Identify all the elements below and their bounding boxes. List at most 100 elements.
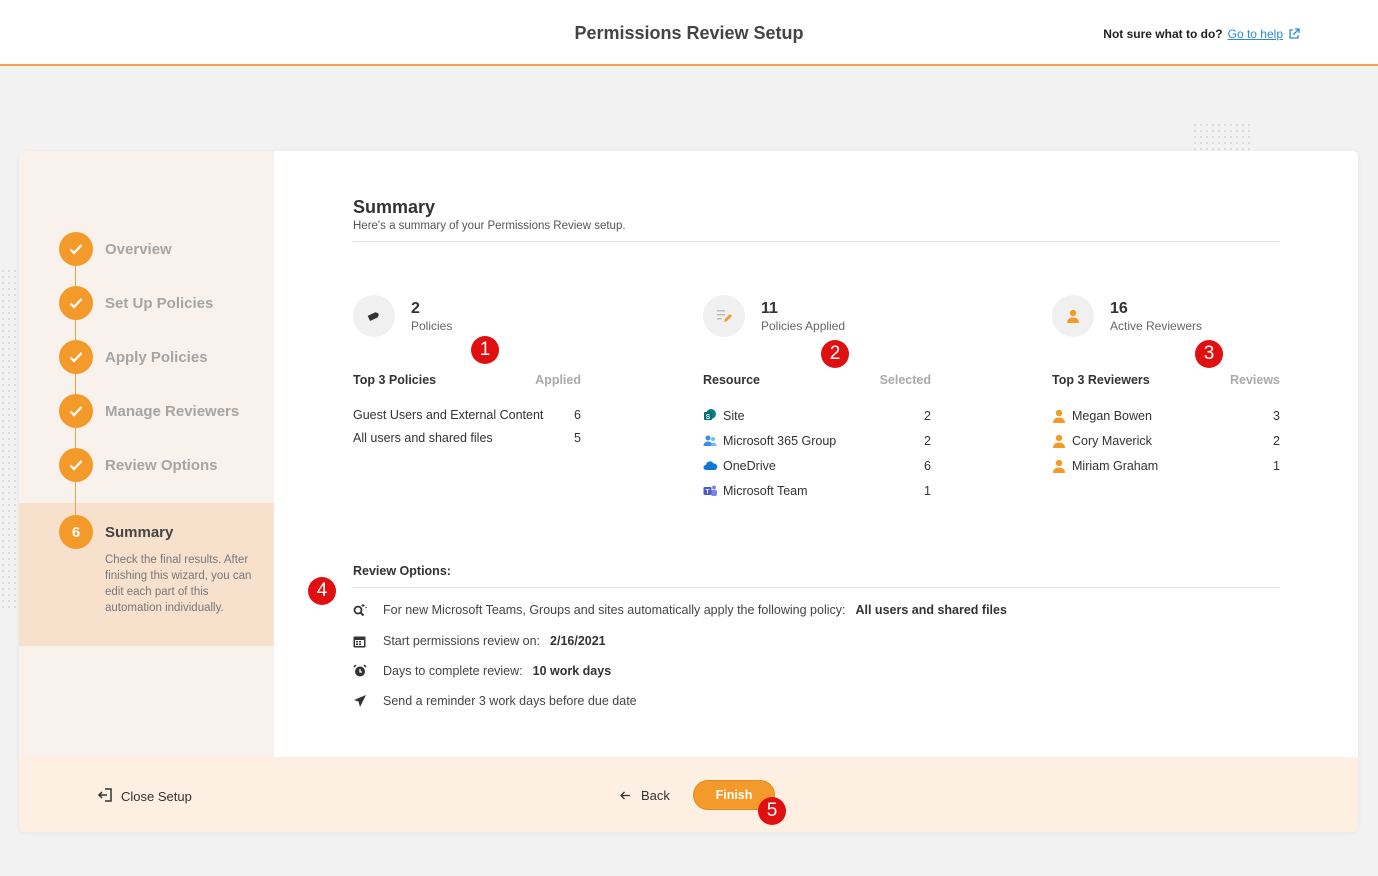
wizard-card: Overview Set Up Policies Apply Policies … bbox=[19, 151, 1358, 832]
policy-name: All users and shared files bbox=[353, 430, 493, 445]
step-apply-policies[interactable]: Apply Policies bbox=[59, 340, 208, 374]
table-header: Resource Selected bbox=[703, 373, 931, 393]
column-header: Selected bbox=[879, 373, 931, 387]
teams-icon: T bbox=[703, 484, 717, 498]
review-option-start-date: Start permissions review on: 2/16/2021 bbox=[353, 634, 606, 648]
stat-policies-applied: 11 Policies Applied bbox=[703, 295, 845, 337]
resource-name: Site bbox=[723, 408, 745, 423]
column-header: Top 3 Policies bbox=[353, 373, 437, 387]
check-icon bbox=[59, 448, 93, 482]
reviewer-name: Miriam Graham bbox=[1072, 458, 1159, 473]
step-label: Set Up Policies bbox=[105, 294, 214, 312]
resource-name: OneDrive bbox=[723, 458, 776, 473]
column-header: Applied bbox=[535, 373, 581, 387]
step-review-options[interactable]: Review Options bbox=[59, 448, 218, 482]
reviewer-name: Cory Maverick bbox=[1072, 433, 1152, 448]
table-row: Guest Users and External Content 6 bbox=[353, 403, 581, 426]
sharepoint-icon: S bbox=[703, 408, 717, 423]
option-text: Send a reminder 3 work days before due d… bbox=[383, 694, 637, 708]
back-label: Back bbox=[641, 788, 670, 803]
stat-policies: 2 Policies bbox=[353, 295, 452, 337]
close-setup-label: Close Setup bbox=[121, 789, 192, 804]
check-icon bbox=[59, 232, 93, 266]
step-label: Manage Reviewers bbox=[105, 402, 240, 420]
top-bar: Permissions Review Setup Not sure what t… bbox=[0, 0, 1378, 66]
table-row: S Site 2 bbox=[703, 403, 931, 428]
svg-text:T: T bbox=[706, 488, 710, 495]
option-value: 10 work days bbox=[532, 664, 612, 678]
table-row: Miriam Graham 1 bbox=[1052, 453, 1280, 478]
step-label: Summary bbox=[105, 523, 174, 541]
step-label: Review Options bbox=[105, 456, 218, 474]
step-set-up-policies[interactable]: Set Up Policies bbox=[59, 286, 213, 320]
check-icon bbox=[59, 286, 93, 320]
user-icon bbox=[1052, 434, 1066, 448]
section-title: Summary bbox=[353, 197, 436, 217]
annotation-badge-2: 2 bbox=[821, 340, 849, 368]
back-button[interactable]: Back bbox=[620, 788, 670, 803]
magic-search-icon bbox=[353, 603, 369, 617]
stat-label: Policies bbox=[411, 318, 453, 333]
step-summary[interactable]: 6 Summary bbox=[59, 515, 173, 549]
table-header: Top 3 Reviewers Reviews bbox=[1052, 373, 1280, 393]
annotation-badge-1: 1 bbox=[471, 336, 499, 364]
arrow-left-icon bbox=[620, 788, 631, 803]
help-link[interactable]: Go to help bbox=[1228, 27, 1283, 41]
step-manage-reviewers[interactable]: Manage Reviewers bbox=[59, 394, 239, 428]
annotation-badge-3: 3 bbox=[1195, 340, 1223, 368]
wizard-footer: Close Setup Back Finish 5 bbox=[19, 757, 1358, 832]
help-area: Not sure what to do? Go to help bbox=[1103, 27, 1300, 41]
reviewer-count: 1 bbox=[1273, 458, 1280, 473]
annotation-badge-5: 5 bbox=[758, 797, 786, 825]
review-option-duration: Days to complete review: 10 work days bbox=[353, 664, 611, 678]
svg-text:S: S bbox=[706, 414, 711, 421]
wizard-sidebar: Overview Set Up Policies Apply Policies … bbox=[19, 151, 274, 757]
calendar-icon bbox=[353, 635, 369, 648]
resource-name: Microsoft 365 Group bbox=[723, 433, 837, 448]
step-overview[interactable]: Overview bbox=[59, 232, 172, 266]
decorative-dots-right bbox=[1192, 122, 1252, 152]
table-row: Megan Bowen 3 bbox=[1052, 403, 1280, 428]
reviewer-count: 3 bbox=[1273, 408, 1280, 423]
stat-value: 11 bbox=[761, 299, 778, 317]
onedrive-icon bbox=[703, 459, 718, 473]
annotation-badge-4: 4 bbox=[308, 577, 336, 605]
check-icon bbox=[59, 394, 93, 428]
group-icon bbox=[703, 434, 717, 448]
review-option-reminder: Send a reminder 3 work days before due d… bbox=[353, 694, 637, 708]
external-link-icon[interactable] bbox=[1288, 28, 1300, 40]
resource-count: 2 bbox=[924, 408, 931, 423]
resources-table: Resource Selected S Site 2 Microsoft 365… bbox=[703, 373, 931, 503]
divider bbox=[353, 241, 1280, 242]
stat-active-reviewers: 16 Active Reviewers bbox=[1052, 295, 1202, 337]
alarm-icon bbox=[353, 664, 369, 678]
stat-label: Active Reviewers bbox=[1110, 318, 1203, 333]
column-header: Top 3 Reviewers bbox=[1052, 373, 1150, 387]
summary-panel: Summary Here's a summary of your Permiss… bbox=[274, 151, 1358, 757]
user-icon bbox=[1052, 409, 1066, 423]
resource-name: Microsoft Team bbox=[723, 483, 808, 498]
table-row: All users and shared files 5 bbox=[353, 426, 581, 449]
resource-count: 1 bbox=[924, 483, 931, 498]
close-setup-button[interactable]: Close Setup bbox=[97, 788, 192, 805]
option-value: All users and shared files bbox=[855, 603, 1007, 617]
table-row: T Microsoft Team 1 bbox=[703, 478, 931, 503]
top-reviewers-table: Top 3 Reviewers Reviews Megan Bowen 3 Co… bbox=[1052, 373, 1280, 478]
option-text: Days to complete review: bbox=[383, 664, 523, 678]
reviewer-count: 2 bbox=[1273, 433, 1280, 448]
exit-icon bbox=[97, 788, 113, 805]
help-prompt: Not sure what to do? bbox=[1103, 27, 1223, 41]
stat-label: Policies Applied bbox=[761, 318, 846, 333]
option-text: Start permissions review on: bbox=[383, 634, 541, 648]
table-header: Top 3 Policies Applied bbox=[353, 373, 581, 393]
table-row: OneDrive 6 bbox=[703, 453, 931, 478]
table-row: Microsoft 365 Group 2 bbox=[703, 428, 931, 453]
divider bbox=[353, 587, 1280, 588]
decorative-dots-left bbox=[0, 268, 19, 608]
policy-count: 6 bbox=[574, 407, 581, 422]
reviewer-name: Megan Bowen bbox=[1072, 408, 1152, 423]
table-row: Cory Maverick 2 bbox=[1052, 428, 1280, 453]
user-icon bbox=[1052, 459, 1066, 473]
policy-count: 5 bbox=[574, 430, 581, 445]
check-icon bbox=[59, 340, 93, 374]
